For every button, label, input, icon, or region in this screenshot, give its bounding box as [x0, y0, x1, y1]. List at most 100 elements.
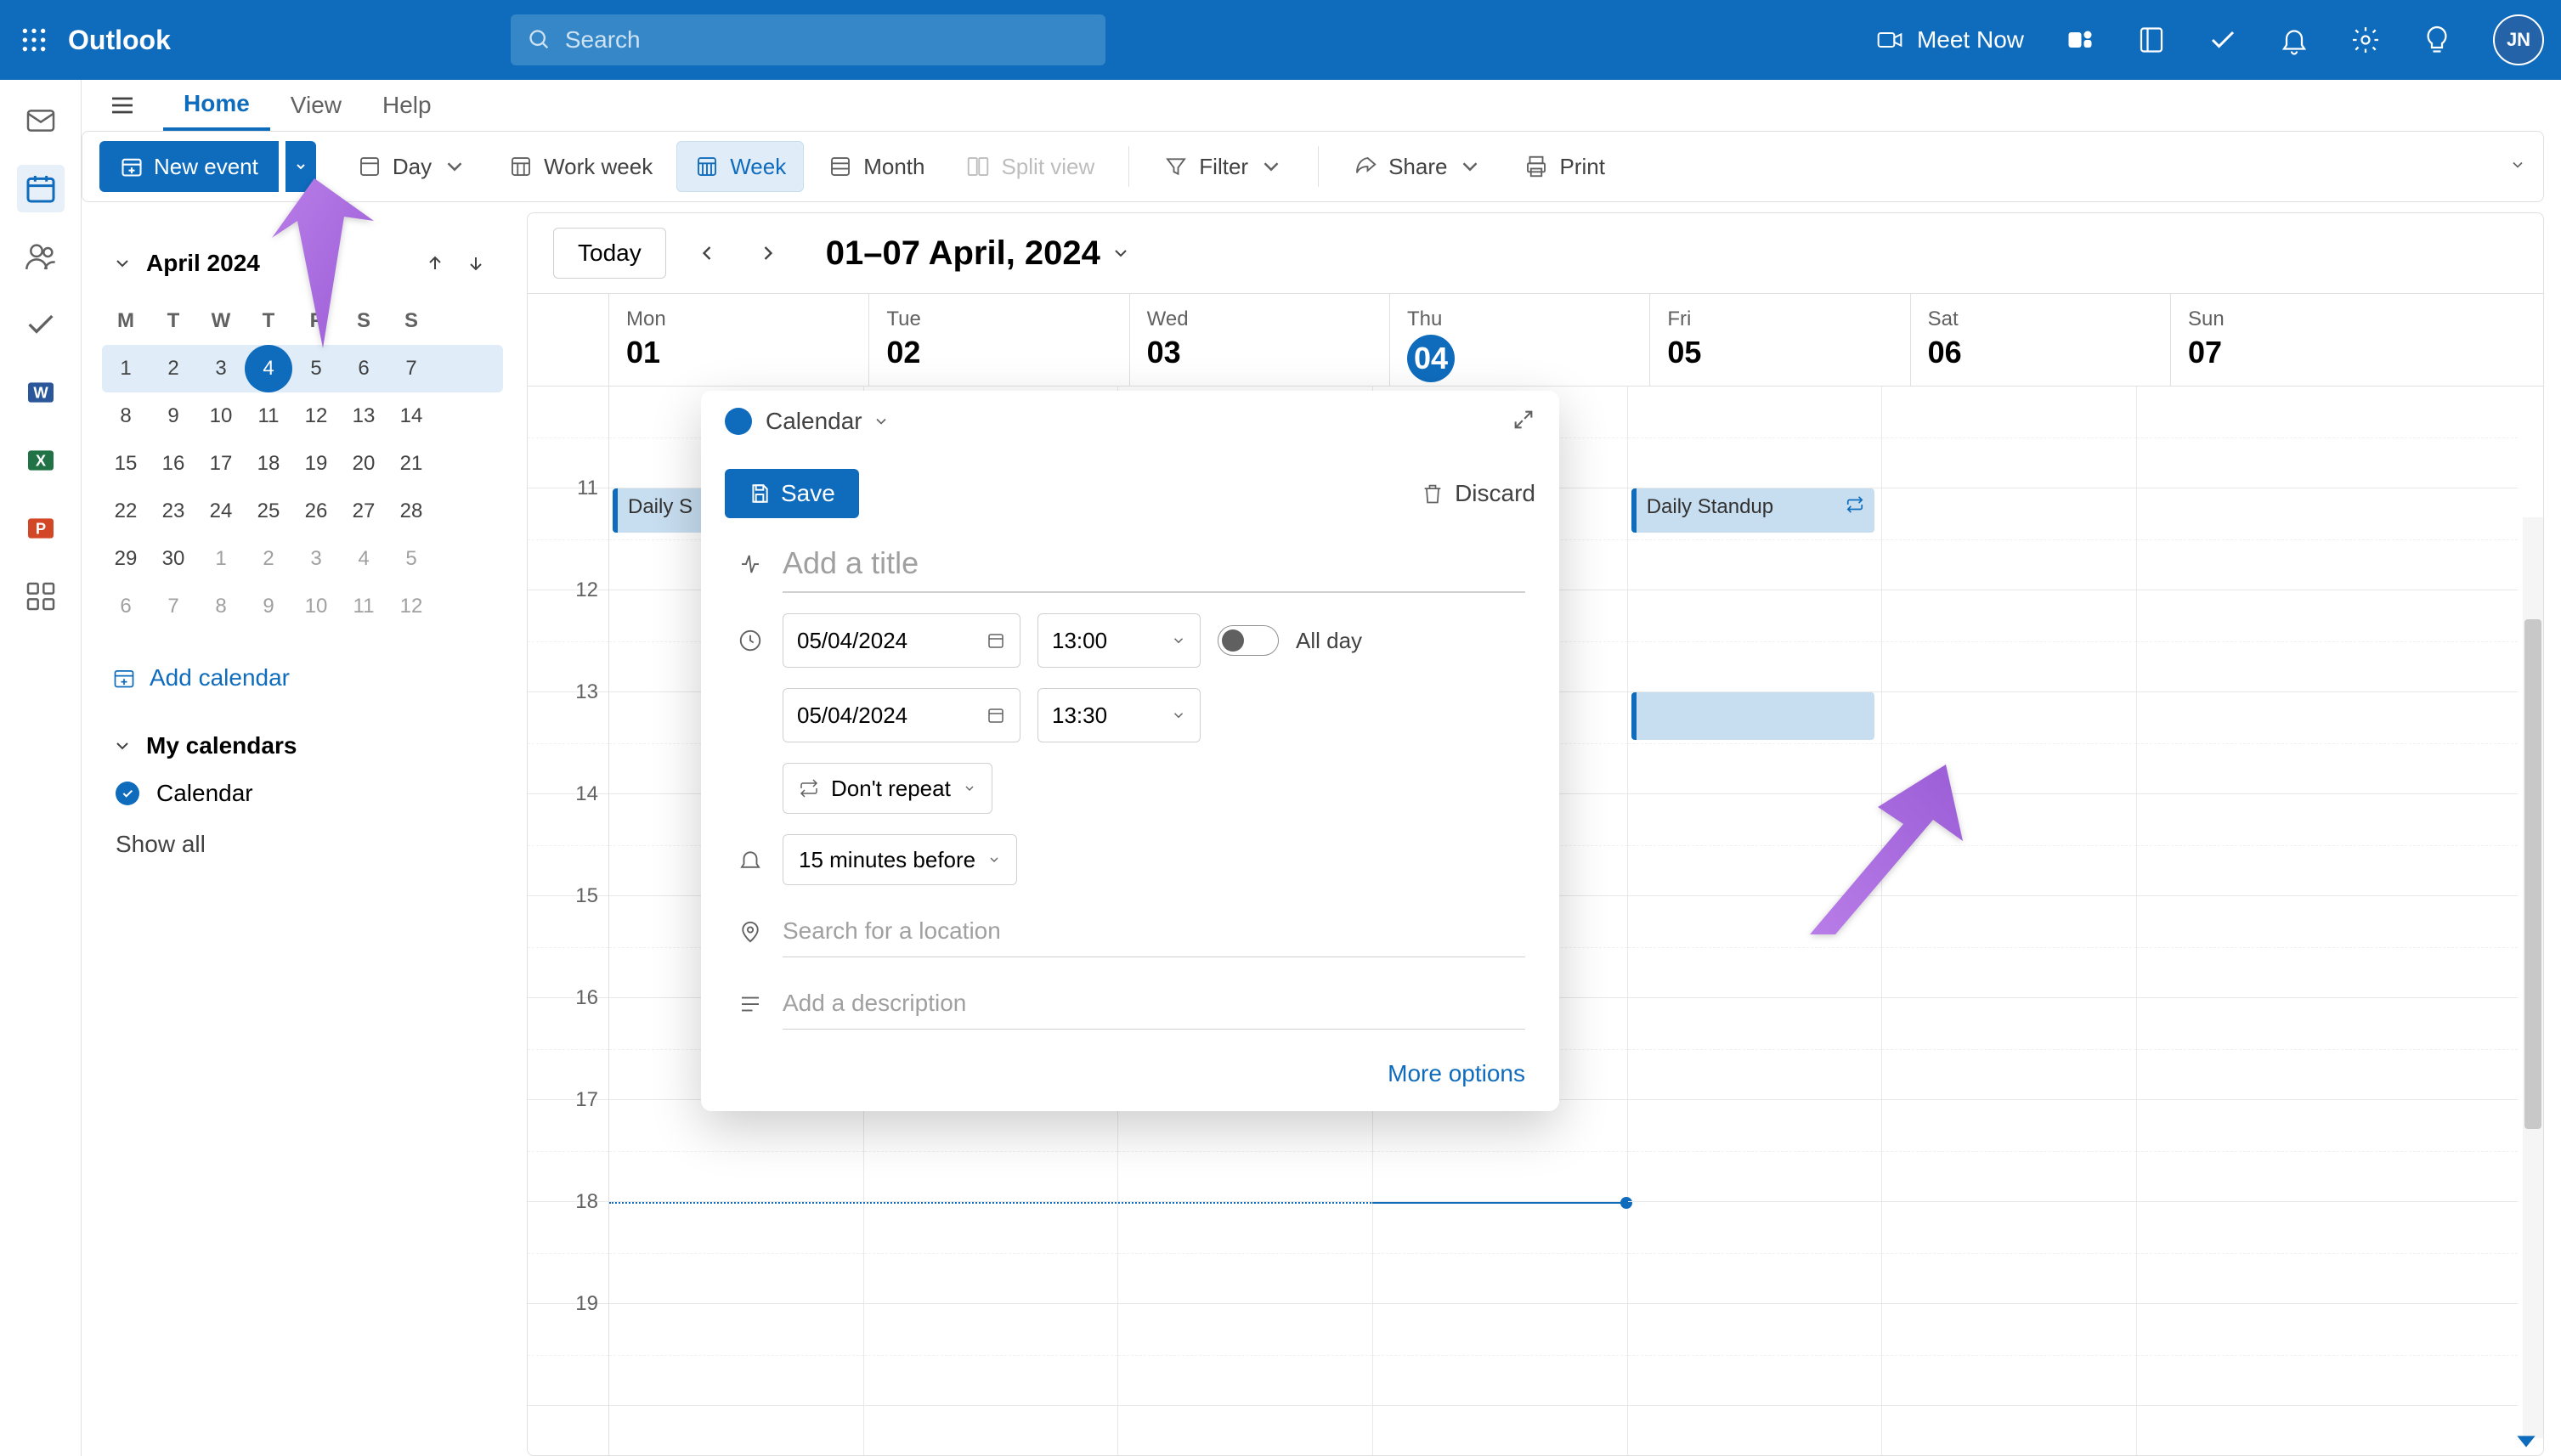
rail-powerpoint[interactable]: P	[17, 505, 65, 552]
tab-view[interactable]: View	[270, 80, 362, 131]
location-input[interactable]	[783, 906, 1525, 957]
mini-cal-day[interactable]: 9	[245, 583, 292, 630]
mini-cal-day[interactable]: 18	[245, 440, 292, 488]
mini-cal-day[interactable]: 13	[340, 392, 387, 440]
prev-week-button[interactable]	[687, 233, 727, 274]
calendar-selector[interactable]: Calendar	[766, 408, 862, 435]
my-calendars-section[interactable]: My calendars	[112, 732, 493, 759]
mini-calendar-next[interactable]	[459, 246, 493, 280]
week-view-button[interactable]: Week	[676, 141, 804, 192]
mini-cal-day[interactable]: 8	[102, 392, 150, 440]
filter-button[interactable]: Filter	[1146, 141, 1301, 192]
mini-cal-day[interactable]: 23	[150, 488, 197, 535]
calendar-checkbox-item[interactable]: Calendar	[112, 780, 493, 807]
tips-icon[interactable]	[2422, 25, 2452, 55]
more-options-button[interactable]: More options	[735, 1050, 1525, 1087]
day-column[interactable]	[2137, 387, 2518, 1455]
rail-excel[interactable]: X	[17, 437, 65, 484]
meet-now-button[interactable]: Meet Now	[1876, 26, 2024, 54]
day-header[interactable]: Sat06	[1911, 294, 2171, 386]
rail-mail[interactable]	[17, 97, 65, 144]
settings-icon[interactable]	[2350, 25, 2381, 55]
nav-toggle-button[interactable]	[99, 82, 146, 129]
mini-cal-day[interactable]: 21	[387, 440, 435, 488]
mini-cal-day[interactable]: 3	[197, 345, 245, 392]
todo-icon[interactable]	[2208, 25, 2238, 55]
mini-cal-day[interactable]: 16	[150, 440, 197, 488]
tab-help[interactable]: Help	[362, 80, 452, 131]
ribbon-chevron[interactable]	[2509, 156, 2526, 178]
mini-cal-day[interactable]: 11	[340, 583, 387, 630]
mini-cal-day[interactable]: 24	[197, 488, 245, 535]
mini-cal-day[interactable]: 2	[150, 345, 197, 392]
mini-cal-day[interactable]: 20	[340, 440, 387, 488]
mini-cal-day[interactable]: 12	[292, 392, 340, 440]
mini-cal-day[interactable]: 19	[292, 440, 340, 488]
start-time-input[interactable]: 13:00	[1037, 613, 1201, 668]
mini-cal-day[interactable]: 1	[197, 535, 245, 583]
mini-cal-day[interactable]: 30	[150, 535, 197, 583]
day-header[interactable]: Fri05	[1650, 294, 1910, 386]
day-header[interactable]: Thu04	[1390, 294, 1650, 386]
app-launcher-button[interactable]	[17, 23, 51, 57]
end-time-input[interactable]: 13:30	[1037, 688, 1201, 742]
notifications-icon[interactable]	[2279, 25, 2309, 55]
account-avatar[interactable]: JN	[2493, 14, 2544, 65]
search-box[interactable]	[511, 14, 1105, 65]
share-button[interactable]: Share	[1336, 141, 1500, 192]
day-header[interactable]: Mon01	[609, 294, 869, 386]
add-calendar-button[interactable]: Add calendar	[112, 664, 493, 691]
rail-people[interactable]	[17, 233, 65, 280]
event-placeholder[interactable]	[1631, 692, 1875, 740]
description-input[interactable]	[783, 978, 1525, 1030]
discard-button[interactable]: Discard	[1421, 480, 1535, 507]
chevron-down-icon[interactable]	[112, 253, 133, 274]
chevron-down-icon[interactable]	[873, 413, 890, 430]
mini-cal-day[interactable]: 14	[387, 392, 435, 440]
mini-cal-day[interactable]: 12	[387, 583, 435, 630]
teams-icon[interactable]	[2065, 25, 2095, 55]
new-event-button[interactable]: New event	[99, 141, 279, 192]
mini-cal-day[interactable]: 2	[245, 535, 292, 583]
day-header[interactable]: Tue02	[869, 294, 1129, 386]
mini-cal-day[interactable]: 28	[387, 488, 435, 535]
date-range-label[interactable]: 01–07 April, 2024	[826, 234, 1131, 273]
mini-cal-day[interactable]: 6	[102, 583, 150, 630]
mini-cal-day[interactable]: 1	[102, 345, 150, 392]
reminder-selector[interactable]: 15 minutes before	[783, 834, 1017, 885]
mini-cal-day[interactable]: 15	[102, 440, 150, 488]
rail-calendar[interactable]	[17, 165, 65, 212]
title-input[interactable]	[783, 535, 1525, 593]
day-header[interactable]: Wed03	[1130, 294, 1390, 386]
repeat-selector[interactable]: Don't repeat	[783, 763, 992, 814]
rail-word[interactable]: W	[17, 369, 65, 416]
rail-todo[interactable]	[17, 301, 65, 348]
mini-cal-day[interactable]: 10	[292, 583, 340, 630]
mini-cal-day[interactable]: 7	[387, 345, 435, 392]
day-header[interactable]: Sun07	[2171, 294, 2543, 386]
mini-calendar-prev[interactable]	[418, 246, 452, 280]
work-week-button[interactable]: Work week	[491, 141, 670, 192]
expand-button[interactable]	[1512, 408, 1535, 436]
show-all-button[interactable]: Show all	[112, 831, 493, 858]
start-date-input[interactable]: 05/04/2024	[783, 613, 1020, 668]
tab-home[interactable]: Home	[163, 80, 270, 131]
notes-icon[interactable]	[2136, 25, 2167, 55]
scroll-down-button[interactable]	[2513, 1425, 2540, 1452]
mini-cal-day[interactable]: 9	[150, 392, 197, 440]
save-button[interactable]: Save	[725, 469, 859, 518]
vertical-scrollbar[interactable]	[2523, 517, 2543, 1438]
rail-more-apps[interactable]	[17, 573, 65, 620]
ai-compose-icon[interactable]	[735, 549, 766, 579]
mini-cal-day[interactable]: 8	[197, 583, 245, 630]
mini-cal-day[interactable]: 4	[340, 535, 387, 583]
next-week-button[interactable]	[748, 233, 789, 274]
mini-cal-day[interactable]: 10	[197, 392, 245, 440]
mini-cal-day[interactable]: 26	[292, 488, 340, 535]
search-input[interactable]	[565, 26, 1088, 54]
calendar-event[interactable]: Daily Standup	[1631, 488, 1875, 533]
mini-cal-day[interactable]: 25	[245, 488, 292, 535]
mini-cal-day[interactable]: 11	[245, 392, 292, 440]
mini-cal-day[interactable]: 3	[292, 535, 340, 583]
print-button[interactable]: Print	[1507, 141, 1621, 192]
